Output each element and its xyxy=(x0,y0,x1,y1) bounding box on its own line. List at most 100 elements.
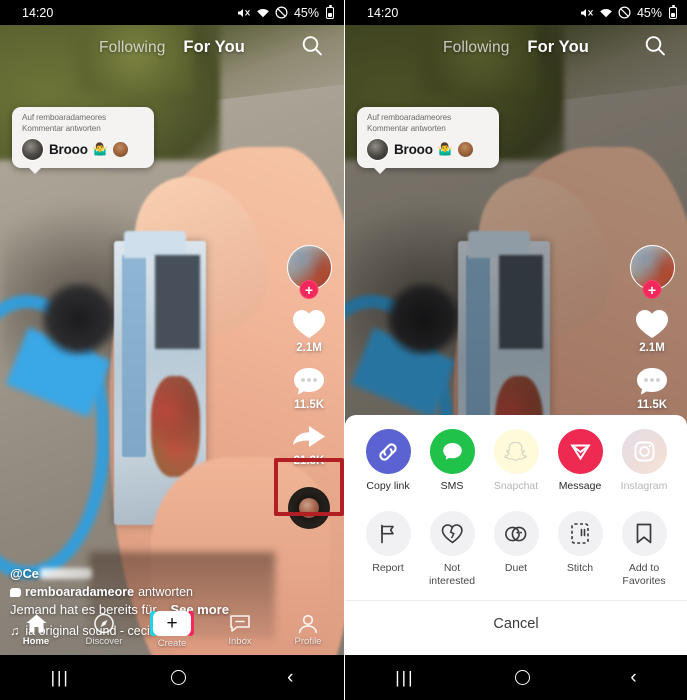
tab-for-you[interactable]: For You xyxy=(183,38,245,57)
bubble-prompt-line-2: Kommentar antworten xyxy=(367,123,446,133)
share-target-snapchat[interactable]: Snapchat xyxy=(487,429,545,493)
do-not-disturb-icon xyxy=(275,6,288,19)
plus-icon: + xyxy=(153,611,191,636)
comment-chip-icon xyxy=(10,587,21,597)
caption-reply-verb: antworten xyxy=(138,585,193,600)
share-target-label: Instagram xyxy=(620,480,668,492)
action-add-to-favorites[interactable]: Add to Favorites xyxy=(615,511,673,588)
tab-profile-label: Profile xyxy=(294,636,322,647)
person-icon xyxy=(298,614,318,634)
tab-create[interactable]: + Create xyxy=(141,611,203,649)
create-button[interactable]: + xyxy=(150,611,194,636)
recents-button[interactable]: ||| xyxy=(395,668,414,688)
status-bar-icons: 45% xyxy=(237,4,334,20)
tab-for-you[interactable]: For You xyxy=(527,38,589,57)
avatar xyxy=(366,137,389,161)
creator-avatar-button[interactable]: + xyxy=(286,245,332,299)
share-target-label: Copy link xyxy=(366,480,410,492)
action-label: Add to Favorites xyxy=(622,562,666,588)
caption-username[interactable]: @Ce xyxy=(10,566,266,581)
share-targets-row: Copy link SMS Snapchat Message Instagram xyxy=(345,415,687,499)
tab-home[interactable]: Home xyxy=(5,613,67,647)
comment-reply-bubble[interactable]: Auf remboaradameores Kommentar antworten… xyxy=(12,107,154,174)
bubble-prompt-line-1: Auf remboaradameores xyxy=(367,113,452,122)
heart-icon xyxy=(293,310,325,338)
back-button[interactable]: ‹ xyxy=(630,668,636,687)
share-target-label: SMS xyxy=(440,480,464,492)
phone-screen-right: 14:20 45% Following For You Auf remboara… xyxy=(344,0,687,700)
action-duet[interactable]: Duet xyxy=(487,511,545,588)
battery-percent: 45% xyxy=(293,5,319,20)
tab-inbox[interactable]: Inbox xyxy=(209,613,271,647)
message-icon xyxy=(230,615,250,632)
mute-icon xyxy=(580,7,594,19)
status-bar-icons: 45% xyxy=(580,4,677,20)
avatar xyxy=(21,137,44,161)
comment-icon xyxy=(294,368,324,395)
creator-avatar-button[interactable]: + xyxy=(629,245,675,299)
like-count: 2.1M xyxy=(296,342,322,354)
share-arrow-icon xyxy=(293,426,325,447)
status-bar: 14:20 45% xyxy=(0,0,344,25)
caption-reply-target: remboaradameore xyxy=(25,585,135,600)
video-handlebar xyxy=(41,281,117,356)
back-button[interactable]: ‹ xyxy=(287,668,293,687)
tab-discover[interactable]: Discover xyxy=(73,613,135,647)
like-button[interactable]: 2.1M xyxy=(634,307,670,354)
like-button[interactable]: 2.1M xyxy=(291,307,327,354)
sms-icon xyxy=(429,429,475,474)
action-rail-left: + 2.1M 11.5K 21.3K xyxy=(280,245,338,529)
action-stitch[interactable]: Stitch xyxy=(551,511,609,588)
tab-following[interactable]: Following xyxy=(99,39,165,57)
battery-icon xyxy=(326,4,334,19)
music-disc-icon[interactable] xyxy=(288,487,330,529)
follow-plus-button[interactable]: + xyxy=(299,280,319,299)
action-report[interactable]: Report xyxy=(359,511,417,588)
tab-following[interactable]: Following xyxy=(443,39,509,57)
comment-button[interactable]: 11.5K xyxy=(635,366,669,411)
recents-button[interactable]: ||| xyxy=(51,668,70,688)
flag-icon xyxy=(365,511,411,557)
follow-plus-button[interactable]: + xyxy=(642,280,662,299)
home-icon xyxy=(26,614,46,633)
tab-profile[interactable]: Profile xyxy=(277,613,339,647)
home-circle-icon[interactable] xyxy=(514,670,530,685)
share-actions-row: Report Not interested Duet Stitch Add to… xyxy=(345,499,687,594)
action-label: Duet xyxy=(504,562,528,575)
search-icon[interactable] xyxy=(300,33,324,62)
action-not-interested[interactable]: Not interested xyxy=(423,511,481,588)
instagram-icon xyxy=(621,429,667,474)
shrug-emoji-icon: 🤷‍♂️ xyxy=(92,142,108,157)
comment-button[interactable]: 11.5K xyxy=(292,366,326,411)
two-phone-screenshots: 14:20 45% Following For You Auf remboara… xyxy=(0,0,687,700)
caption-reply-line: remboaradameore antworten xyxy=(10,585,266,599)
do-not-disturb-icon xyxy=(618,6,631,19)
share-button[interactable]: 21.3K xyxy=(291,423,327,467)
share-target-copy-link[interactable]: Copy link xyxy=(359,429,417,493)
video-held-phone-screen xyxy=(154,254,200,349)
status-bar-time: 14:20 xyxy=(22,5,54,20)
comment-icon xyxy=(637,368,667,395)
share-sheet: Copy link SMS Snapchat Message Instagram… xyxy=(345,415,687,655)
cancel-button[interactable]: Cancel xyxy=(345,601,687,647)
share-target-message[interactable]: Message xyxy=(551,429,609,493)
comment-reply-bubble[interactable]: Auf remboaradameores Kommentar antworten… xyxy=(357,107,499,174)
battery-icon xyxy=(669,4,677,19)
message-icon xyxy=(557,429,603,474)
share-target-sms[interactable]: SMS xyxy=(423,429,481,493)
share-target-instagram[interactable]: Instagram xyxy=(615,429,673,493)
status-bar: 14:20 45% xyxy=(345,0,687,25)
tab-create-label: Create xyxy=(157,638,187,649)
heart-icon xyxy=(636,310,668,338)
compass-icon xyxy=(94,613,114,634)
bottom-tab-bar-left: Home Discover + Create Inbox Profile xyxy=(0,605,344,655)
bubble-commenter-name: Brooo xyxy=(394,141,433,157)
video-food xyxy=(151,376,200,478)
face-emoji-icon xyxy=(457,141,473,157)
bookmark-icon xyxy=(621,511,667,557)
tab-home-label: Home xyxy=(22,636,50,647)
home-circle-icon[interactable] xyxy=(170,670,186,685)
duet-icon xyxy=(493,511,539,557)
snapchat-icon xyxy=(493,429,539,474)
search-icon[interactable] xyxy=(643,33,667,62)
